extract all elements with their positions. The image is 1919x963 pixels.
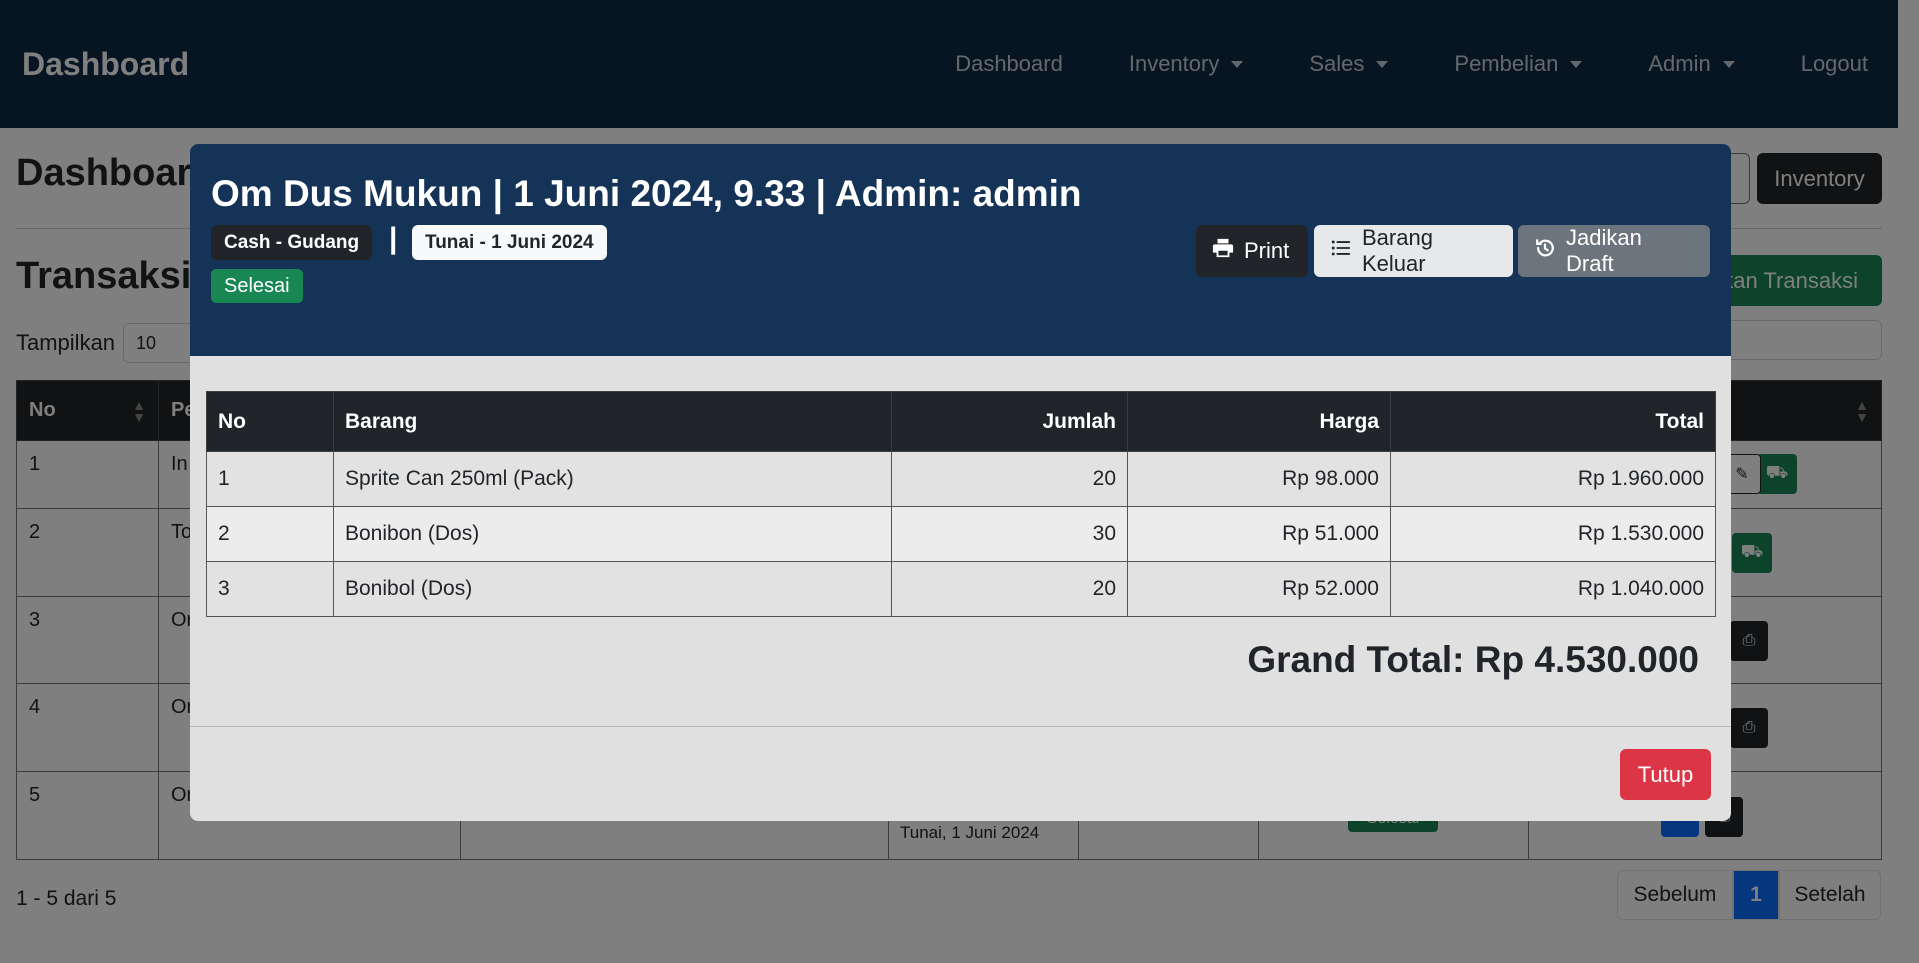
modal-body: No Barang Jumlah Harga Total 1 Sprite Ca… xyxy=(190,356,1731,726)
table-row: 1 Sprite Can 250ml (Pack) 20 Rp 98.000 R… xyxy=(206,451,1716,507)
cell-jumlah: 20 xyxy=(891,451,1128,507)
cell-no: 2 xyxy=(206,506,334,562)
header-barang: Barang xyxy=(333,391,892,452)
cell-harga: Rp 51.000 xyxy=(1127,506,1391,562)
table-row: 2 Bonibon (Dos) 30 Rp 51.000 Rp 1.530.00… xyxy=(206,506,1716,562)
status-badge: Selesai xyxy=(211,269,303,303)
cell-total: Rp 1.530.000 xyxy=(1390,506,1716,562)
cell-total: Rp 1.040.000 xyxy=(1390,561,1716,617)
header-jumlah: Jumlah xyxy=(891,391,1128,452)
history-icon xyxy=(1534,237,1556,265)
cell-barang: Bonibon (Dos) xyxy=(333,506,892,562)
grand-total: Grand Total: Rp 4.530.000 xyxy=(1247,639,1699,680)
modal-footer: Tutup xyxy=(190,726,1731,821)
print-button[interactable]: Print xyxy=(1196,225,1308,277)
cell-no: 3 xyxy=(206,561,334,617)
table-row: 3 Bonibol (Dos) 20 Rp 52.000 Rp 1.040.00… xyxy=(206,561,1716,617)
items-table-header: No Barang Jumlah Harga Total xyxy=(206,391,1716,452)
cell-barang: Sprite Can 250ml (Pack) xyxy=(333,451,892,507)
printer-icon xyxy=(1212,237,1234,265)
draft-label: Jadikan Draft xyxy=(1566,225,1642,276)
header-no: No xyxy=(206,391,334,452)
cell-total: Rp 1.960.000 xyxy=(1390,451,1716,507)
items-table: No Barang Jumlah Harga Total 1 Sprite Ca… xyxy=(206,391,1716,617)
transaction-detail-modal: Om Dus Mukun | 1 Juni 2024, 9.33 | Admin… xyxy=(190,144,1731,821)
cell-no: 1 xyxy=(206,451,334,507)
print-label: Print xyxy=(1244,238,1290,263)
close-button[interactable]: Tutup xyxy=(1620,749,1711,800)
draft-button[interactable]: Jadikan Draft xyxy=(1518,225,1710,277)
payment-badge: Tunai - 1 Juni 2024 xyxy=(412,225,607,260)
cell-barang: Bonibol (Dos) xyxy=(333,561,892,617)
account-badge: Cash - Gudang xyxy=(211,225,373,260)
cell-jumlah: 20 xyxy=(891,561,1128,617)
header-total: Total xyxy=(1390,391,1716,452)
modal-header: Om Dus Mukun | 1 Juni 2024, 9.33 | Admin… xyxy=(190,144,1731,356)
cell-harga: Rp 52.000 xyxy=(1127,561,1391,617)
cell-harga: Rp 98.000 xyxy=(1127,451,1391,507)
modal-title: Om Dus Mukun | 1 Juni 2024, 9.33 | Admin… xyxy=(211,173,1082,214)
barang-keluar-label: Barang Keluar xyxy=(1362,225,1433,276)
cell-jumlah: 30 xyxy=(891,506,1128,562)
header-harga: Harga xyxy=(1127,391,1391,452)
barang-keluar-button[interactable]: Barang Keluar xyxy=(1314,225,1513,277)
badge-separator: | xyxy=(389,222,398,255)
list-icon xyxy=(1330,237,1352,265)
